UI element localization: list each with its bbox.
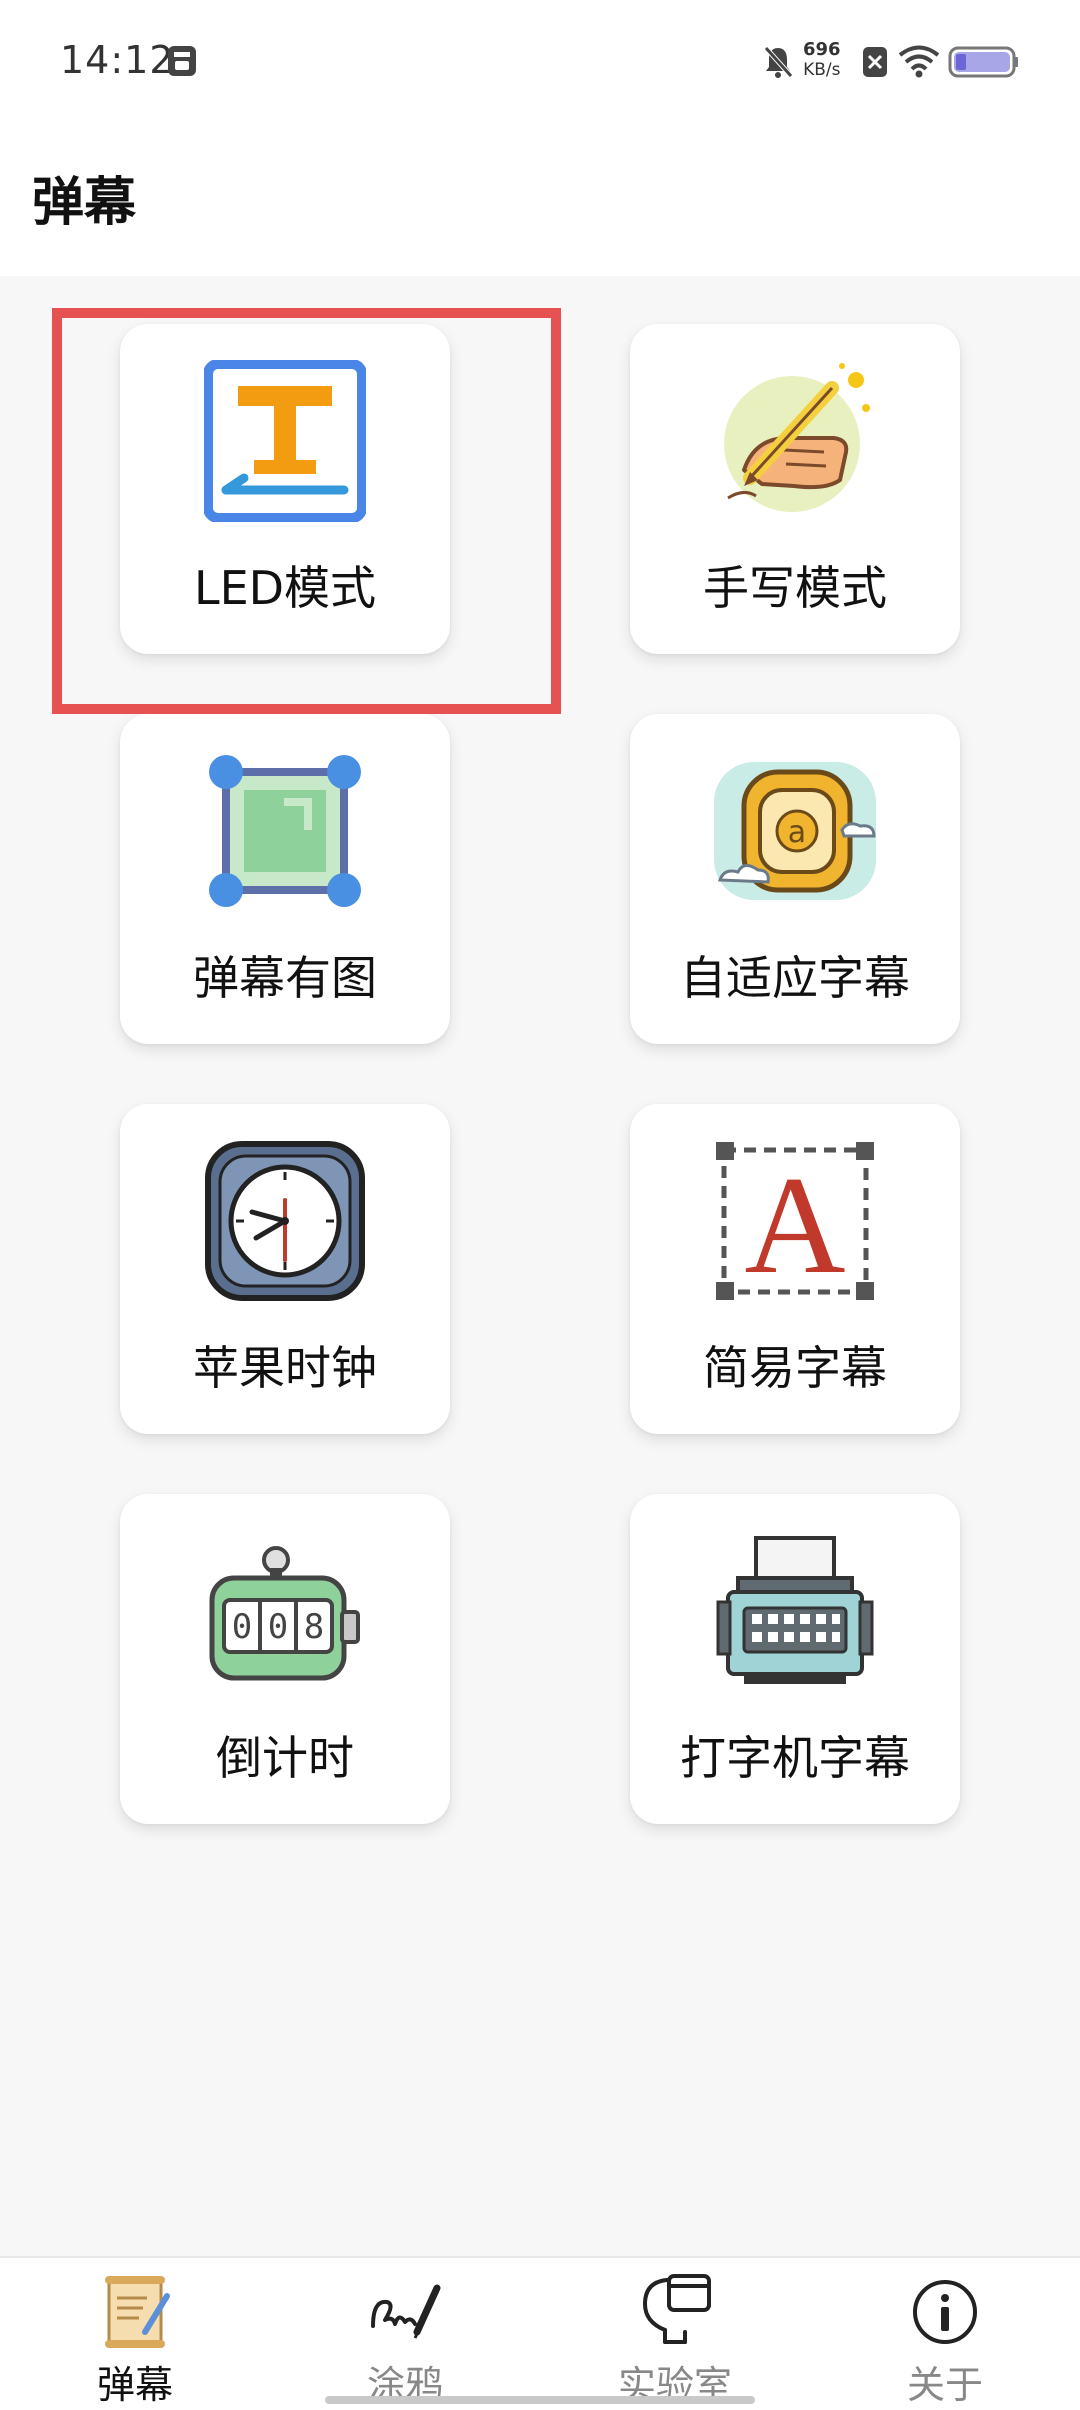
lightbulb-window-icon xyxy=(642,2274,711,2344)
led-text-icon xyxy=(204,360,366,522)
nav-label: 弹幕 xyxy=(96,2363,173,2407)
feature-card-image[interactable]: 弹幕有图 xyxy=(120,714,450,1044)
svg-text:A: A xyxy=(744,1148,845,1302)
net-speed: 696 KB/s xyxy=(803,39,841,81)
nav-tab-lab[interactable]: 实验室 xyxy=(540,2258,810,2408)
feature-card-clock[interactable]: 苹果时钟 xyxy=(120,1104,450,1434)
feature-label: 苹果时钟 xyxy=(193,1341,377,1395)
mute-bell-icon xyxy=(764,46,793,78)
svg-text:0: 0 xyxy=(232,1607,252,1647)
nav-tab-doodle[interactable]: 涂鸦 xyxy=(270,2258,540,2408)
handwriting-icon xyxy=(724,363,870,512)
typewriter-icon xyxy=(716,1536,874,1684)
home-indicator[interactable] xyxy=(325,2396,755,2404)
feature-label: 手写模式 xyxy=(703,561,887,615)
feature-card-countdown[interactable]: 0 0 8 倒计时 xyxy=(120,1494,450,1824)
feature-label: 简易字幕 xyxy=(703,1341,887,1395)
simple-subtitle-icon: A xyxy=(716,1142,874,1302)
svg-text:a: a xyxy=(788,815,806,850)
nav-tab-about[interactable]: 关于 xyxy=(810,2258,1080,2408)
app-header: 弹幕 xyxy=(0,130,1080,276)
svg-text:8: 8 xyxy=(304,1607,324,1647)
status-bar: 14:12 696 KB/s xyxy=(0,0,1080,130)
feature-label: 倒计时 xyxy=(216,1731,354,1785)
feature-label: 打字机字幕 xyxy=(680,1731,910,1785)
adaptive-subtitle-icon: a xyxy=(714,762,876,900)
feature-label: LED模式 xyxy=(193,561,377,615)
sim-card-icon xyxy=(168,46,196,76)
info-icon xyxy=(913,2280,977,2344)
feature-card-led[interactable]: LED模式 xyxy=(120,324,450,654)
no-sim-icon xyxy=(863,47,887,77)
svg-text:0: 0 xyxy=(268,1607,288,1647)
battery-icon xyxy=(948,46,1018,78)
image-frame-icon xyxy=(209,755,361,907)
nav-tab-danmaku[interactable]: 弹幕 xyxy=(0,2258,270,2408)
countdown-icon: 0 0 8 xyxy=(209,1546,360,1681)
net-speed-unit: KB/s xyxy=(803,60,841,80)
net-speed-value: 696 xyxy=(803,39,841,60)
scroll-icon xyxy=(105,2276,170,2348)
feature-grid: LED模式 手写模式 弹幕有图 a 自适应字幕 苹果时钟 A 简易字幕 0 0 … xyxy=(0,276,1080,2256)
status-time: 14:12 xyxy=(60,38,175,82)
feature-card-typewriter[interactable]: 打字机字幕 xyxy=(630,1494,960,1824)
signature-pen-icon xyxy=(371,2284,441,2339)
page-title: 弹幕 xyxy=(32,173,137,233)
feature-label: 弹幕有图 xyxy=(193,951,377,1005)
wifi-icon xyxy=(898,45,940,78)
clock-icon xyxy=(205,1141,365,1301)
feature-card-simple[interactable]: A 简易字幕 xyxy=(630,1104,960,1434)
feature-card-handwriting[interactable]: 手写模式 xyxy=(630,324,960,654)
nav-label: 关于 xyxy=(906,2363,983,2407)
bottom-nav: 弹幕 涂鸦 实验室 关于 xyxy=(0,2256,1080,2410)
feature-label: 自适应字幕 xyxy=(680,951,910,1005)
feature-card-adaptive[interactable]: a 自适应字幕 xyxy=(630,714,960,1044)
